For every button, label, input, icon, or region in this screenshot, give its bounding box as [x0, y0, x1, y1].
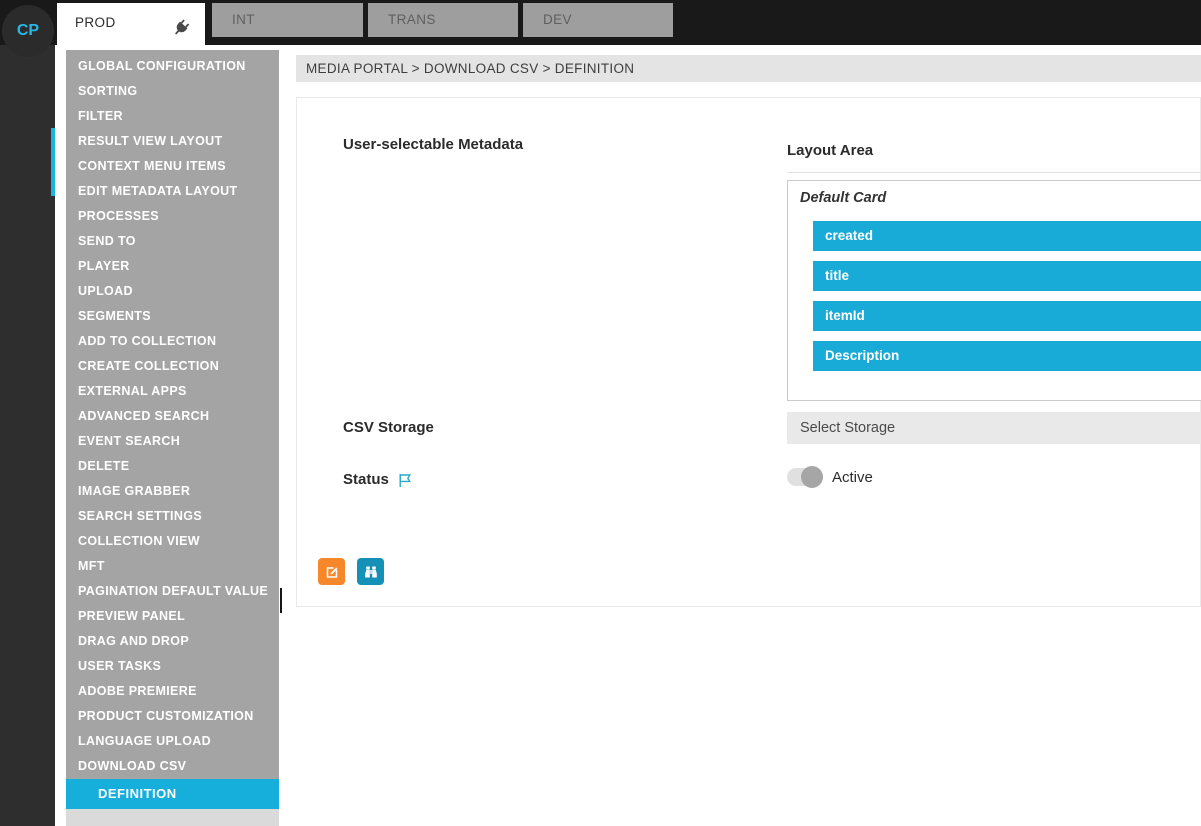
sidebar-item[interactable]: DRAG AND DROP [66, 629, 279, 654]
layout-field[interactable]: itemId [813, 301, 1201, 331]
sidebar-item[interactable]: DELETE [66, 454, 279, 479]
configuration-sidebar: GLOBAL CONFIGURATIONSORTINGFILTERRESULT … [66, 50, 279, 779]
sidebar-item[interactable]: GLOBAL CONFIGURATION [66, 54, 279, 79]
layout-field[interactable]: created [813, 221, 1201, 251]
sidebar-item[interactable]: UPLOAD [66, 279, 279, 304]
tab-int[interactable]: INT [212, 3, 363, 37]
left-icon-rail [0, 45, 55, 826]
sidebar-item[interactable]: PREVIEW PANEL [66, 604, 279, 629]
sidebar-item[interactable]: LANGUAGE UPLOAD [66, 729, 279, 754]
active-rail-indicator [51, 128, 55, 196]
user-selectable-metadata-label: User-selectable Metadata [343, 136, 523, 153]
sidebar-item[interactable]: EXTERNAL APPS [66, 379, 279, 404]
flag-icon [397, 472, 413, 488]
edit-pencil-icon [324, 564, 340, 580]
layout-area-label: Layout Area [787, 142, 873, 159]
sidebar-item[interactable]: EDIT METADATA LAYOUT [66, 179, 279, 204]
sidebar-item[interactable]: ADVANCED SEARCH [66, 404, 279, 429]
sidebar-item[interactable]: PROCESSES [66, 204, 279, 229]
csv-storage-select[interactable]: Select Storage [787, 412, 1201, 444]
layout-field[interactable]: title [813, 261, 1201, 291]
status-value: Active [832, 469, 873, 486]
sidebar-item[interactable]: SEGMENTS [66, 304, 279, 329]
avatar[interactable]: CP [2, 5, 54, 57]
plug-icon [171, 14, 191, 54]
status-toggle[interactable] [787, 468, 823, 486]
layout-field-list: created title itemId Description [813, 221, 1201, 381]
sidebar-item[interactable]: PRODUCT CUSTOMIZATION [66, 704, 279, 729]
top-environment-bar: PROD INT TRANS DEV [0, 0, 1201, 45]
sidebar-item[interactable]: EVENT SEARCH [66, 429, 279, 454]
status-label: Status [343, 471, 389, 488]
sidebar-subitem-definition[interactable]: DEFINITION [66, 779, 279, 809]
breadcrumb: MEDIA PORTAL > DOWNLOAD CSV > DEFINITION [296, 55, 1201, 82]
sidebar-item[interactable]: DOWNLOAD CSV [66, 754, 279, 779]
sidebar-item[interactable]: PLAYER [66, 254, 279, 279]
find-button[interactable] [357, 558, 384, 585]
binoculars-icon [363, 564, 379, 580]
default-card-title: Default Card [800, 190, 886, 206]
sidebar-item[interactable]: FILTER [66, 104, 279, 129]
tab-trans[interactable]: TRANS [368, 3, 518, 37]
sidebar-item[interactable]: COLLECTION VIEW [66, 529, 279, 554]
layout-field[interactable]: Description [813, 341, 1201, 371]
sidebar-item[interactable]: CREATE COLLECTION [66, 354, 279, 379]
sidebar-item[interactable]: RESULT VIEW LAYOUT [66, 129, 279, 154]
tab-prod-label: PROD [75, 15, 116, 30]
layout-area-divider [787, 172, 1201, 173]
sidebar-item[interactable]: MFT [66, 554, 279, 579]
sidebar-item[interactable]: SEND TO [66, 229, 279, 254]
csv-storage-label: CSV Storage [343, 419, 434, 436]
sidebar-submenu-strip [66, 809, 279, 826]
status-row: Status [343, 471, 413, 488]
sidebar-item[interactable]: IMAGE GRABBER [66, 479, 279, 504]
sidebar-item[interactable]: PAGINATION DEFAULT VALUE [66, 579, 279, 604]
status-toggle-knob [801, 466, 823, 488]
sidebar-item[interactable]: CONTEXT MENU ITEMS [66, 154, 279, 179]
tab-prod[interactable]: PROD [57, 3, 205, 48]
sidebar-item[interactable]: SORTING [66, 79, 279, 104]
sidebar-item[interactable]: USER TASKS [66, 654, 279, 679]
default-card: Default Card created title itemId Descripti… [787, 180, 1201, 401]
edit-button[interactable] [318, 558, 345, 585]
sidebar-item[interactable]: ADOBE PREMIERE [66, 679, 279, 704]
sidebar-scrollbar-thumb[interactable] [280, 588, 282, 613]
tab-dev[interactable]: DEV [523, 3, 673, 37]
sidebar-item[interactable]: ADD TO COLLECTION [66, 329, 279, 354]
sidebar-item[interactable]: SEARCH SETTINGS [66, 504, 279, 529]
